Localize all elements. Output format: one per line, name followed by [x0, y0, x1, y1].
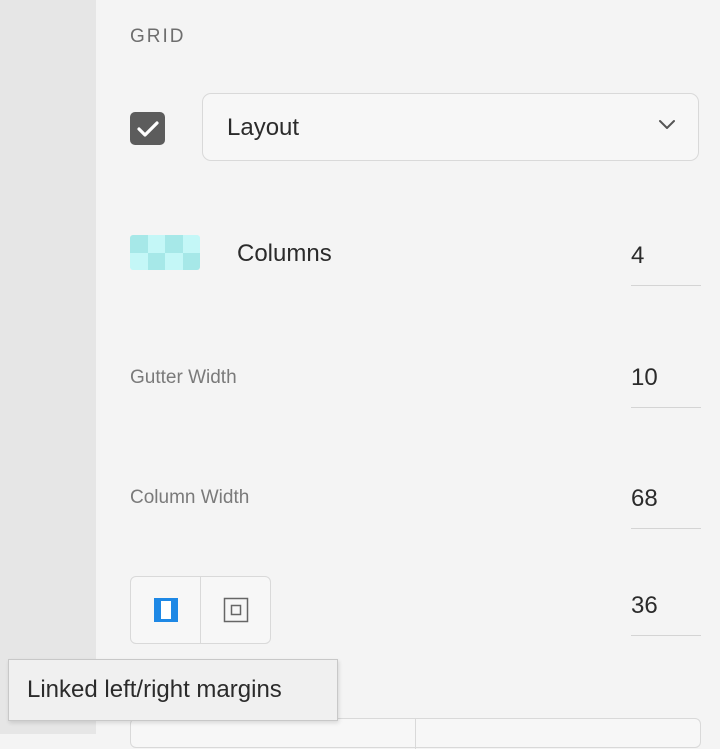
- linked-margins-icon: [153, 598, 178, 622]
- grid-color-swatch[interactable]: [130, 235, 200, 270]
- margins-input[interactable]: 36: [631, 586, 701, 636]
- margins-value: 36: [631, 592, 658, 619]
- divider: [415, 719, 416, 749]
- unlinked-margins-button[interactable]: [200, 577, 270, 643]
- linked-margins-button[interactable]: [131, 577, 200, 643]
- column-width-value: 68: [631, 485, 658, 512]
- columns-input[interactable]: 4: [631, 236, 701, 286]
- layout-grid-checkbox[interactable]: [130, 112, 165, 145]
- checkmark-icon: [136, 120, 159, 137]
- column-width-label: Column Width: [130, 487, 250, 508]
- margin-inputs-row[interactable]: [130, 718, 701, 749]
- unlinked-margins-icon: [223, 597, 248, 623]
- grid-type-dropdown[interactable]: Layout: [202, 93, 699, 161]
- columns-label: Columns: [237, 240, 332, 267]
- margin-mode-toggle: [130, 576, 271, 644]
- tooltip: Linked left/right margins: [8, 659, 338, 721]
- columns-value: 4: [631, 242, 645, 269]
- gutter-width-input[interactable]: 10: [631, 358, 701, 408]
- chevron-down-icon: [659, 120, 675, 129]
- gutter-width-label: Gutter Width: [130, 367, 237, 388]
- dropdown-selected-value: Layout: [227, 114, 300, 141]
- section-title: GRID: [130, 26, 186, 47]
- gutter-width-value: 10: [631, 364, 658, 391]
- column-width-input[interactable]: 68: [631, 479, 701, 529]
- canvas-edge: [0, 0, 96, 734]
